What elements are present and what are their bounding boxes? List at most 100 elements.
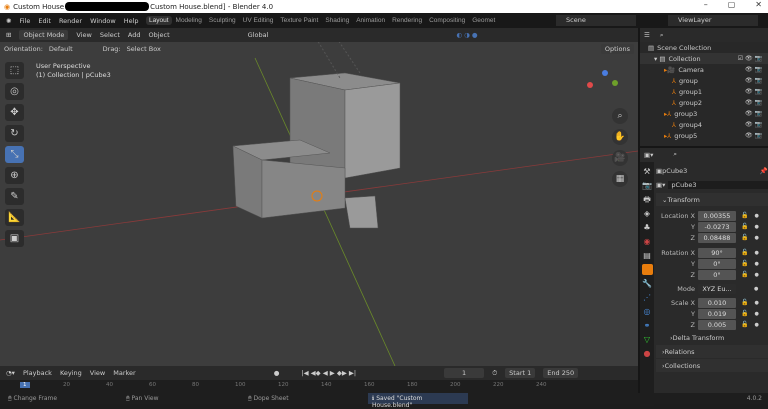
output-tab-icon[interactable]: 🖶 [642, 194, 653, 205]
minimize-button[interactable]: – [704, 0, 708, 9]
lock-icon[interactable]: 🔓 [741, 212, 748, 219]
menu-playback[interactable]: Playback [23, 369, 52, 377]
keyframe-dot[interactable]: ● [754, 272, 758, 278]
blender-menu-icon[interactable]: ✺ [6, 17, 11, 25]
outliner-item-group[interactable]: ⅄ group 👁 📷 [640, 75, 768, 86]
keyframe-dot[interactable]: ● [754, 311, 758, 317]
scene-collection-row[interactable]: ▤ Scene Collection [640, 42, 768, 53]
keyframe-dot[interactable]: ● [754, 322, 758, 328]
object-tab-icon[interactable] [641, 264, 653, 275]
outliner-search-icon[interactable]: ⌕ [660, 31, 664, 40]
camera-view-icon[interactable]: 🎥 [612, 150, 628, 166]
scale-y-field[interactable]: 0.019 [698, 308, 736, 319]
keyframe-dot[interactable]: ● [754, 250, 758, 256]
keyframe-dot[interactable]: ● [754, 261, 758, 267]
menu-help[interactable]: Help [124, 17, 139, 25]
tab-sculpting[interactable]: Sculpting [206, 16, 239, 25]
lock-icon[interactable]: 🔓 [741, 299, 748, 306]
outliner-item-group2[interactable]: ⅄ group2 👁 📷 [640, 97, 768, 108]
lock-icon[interactable]: 🔓 [741, 234, 748, 241]
visibility-icons[interactable]: 👁 📷 [745, 121, 762, 128]
outliner-item-group4[interactable]: ⅄ group4 👁 📷 [640, 119, 768, 130]
annotate-tool-icon[interactable]: ✎ [5, 188, 24, 205]
menu-window[interactable]: Window [90, 17, 116, 25]
visibility-icons[interactable]: 👁 📷 [745, 77, 762, 84]
keyframe-dot[interactable]: ● [754, 224, 758, 230]
tab-animation[interactable]: Animation [353, 16, 388, 25]
lock-icon[interactable]: 🔓 [741, 223, 748, 230]
outliner-item-group5[interactable]: ▸⅄ group5 👁 📷 [640, 130, 768, 141]
close-button[interactable]: ✕ [755, 0, 762, 9]
visibility-icons[interactable]: 👁 📷 [745, 66, 762, 73]
perspective-grid-icon[interactable]: ▦ [612, 171, 628, 187]
transform-orientation-dropdown[interactable]: Global [248, 31, 269, 39]
modifier-tab-icon[interactable]: 🔧 [642, 278, 653, 289]
timeline-editor-icon[interactable]: ◔▾ [6, 369, 15, 377]
menu-edit[interactable]: Edit [38, 17, 51, 25]
collection-tab-icon[interactable]: ▤ [642, 250, 653, 261]
rotation-y-field[interactable]: 0° [698, 258, 736, 269]
collections-panel-header[interactable]: › Collections [656, 359, 768, 372]
current-frame-field[interactable]: 1 [444, 368, 485, 378]
measure-tool-icon[interactable]: 📐 [5, 209, 24, 226]
visibility-icons[interactable]: 👁 📷 [745, 110, 762, 117]
properties-search-icon[interactable]: ⌕ [673, 150, 677, 159]
record-button[interactable]: ● [274, 369, 280, 377]
collection-row[interactable]: ▾ ▤ Collection ☑ 👁 📷 [640, 53, 768, 64]
options-button[interactable]: Options [600, 44, 634, 54]
orientation-dropdown[interactable]: Default [49, 45, 73, 53]
delta-transform-header[interactable]: › Delta Transform [656, 331, 768, 344]
pin-icon[interactable]: 📌 [760, 167, 768, 175]
shading-mode-icons[interactable]: ◐ ◑ ● [456, 31, 477, 39]
location-z-field[interactable]: 0.08488 [698, 232, 736, 243]
outliner-item-camera[interactable]: ▸🎥 Camera 👁 📷 [640, 64, 768, 75]
material-tab-icon[interactable]: ● [642, 348, 653, 359]
menu-render[interactable]: Render [59, 17, 82, 25]
menu-object[interactable]: Object [149, 31, 170, 39]
outliner-item-group3[interactable]: ▸⅄ group3 👁 📷 [640, 108, 768, 119]
physics-tab-icon[interactable]: ◎ [642, 306, 653, 317]
timeline-ruler[interactable]: 1 20 40 60 80 100 120 140 160 180 200 220 240 [0, 380, 638, 393]
end-frame-field[interactable]: End 250 [543, 368, 579, 378]
lock-icon[interactable]: 🔓 [741, 321, 748, 328]
add-cube-tool-icon[interactable]: ▣ [5, 230, 24, 247]
move-tool-icon[interactable]: ✥ [5, 104, 24, 121]
location-x-field[interactable]: 0.00355 [698, 210, 736, 221]
lock-icon[interactable]: 🔓 [741, 310, 748, 317]
visibility-icons[interactable]: 👁 📷 [745, 132, 762, 139]
pan-hand-icon[interactable]: ✋ [612, 129, 628, 145]
menu-view[interactable]: View [76, 31, 91, 39]
cursor-tool-icon[interactable]: ◎ [5, 83, 24, 100]
menu-select[interactable]: Select [100, 31, 120, 39]
view-layer-selector[interactable]: ViewLayer [668, 15, 758, 26]
stopwatch-icon[interactable]: ⏱ [492, 369, 497, 378]
tab-layout[interactable]: Layout [146, 16, 172, 25]
editor-type-icon[interactable]: ⊞ [6, 31, 11, 39]
object-name-field[interactable]: pCube3 [668, 181, 768, 189]
constraints-tab-icon[interactable]: ⚭ [642, 320, 653, 331]
rotation-mode-dropdown[interactable]: XYZ Eu... [698, 283, 736, 294]
outliner-item-group1[interactable]: ⅄ group1 👁 📷 [640, 86, 768, 97]
menu-add[interactable]: Add [128, 31, 141, 39]
menu-file[interactable]: File [19, 17, 30, 25]
tool-tab-icon[interactable]: ⚒ [642, 166, 653, 177]
scale-tool-icon[interactable]: ⤡ [5, 146, 24, 163]
scale-z-field[interactable]: 0.005 [698, 319, 736, 330]
outliner-display-icon[interactable]: ☰ [644, 31, 650, 39]
zoom-icon[interactable]: ⌕ [612, 108, 628, 124]
maximize-button[interactable]: ▢ [728, 0, 736, 9]
menu-keying[interactable]: Keying [60, 369, 82, 377]
drag-dropdown[interactable]: Select Box [127, 45, 161, 53]
relations-panel-header[interactable]: › Relations [656, 345, 768, 358]
playback-controls[interactable]: |◀ ◀◆ ◀ ▶ ◆▶ ▶| [301, 369, 356, 377]
lock-icon[interactable]: 🔓 [741, 249, 748, 256]
tab-modeling[interactable]: Modeling [173, 16, 205, 25]
keyframe-dot[interactable]: ● [754, 300, 758, 306]
data-tab-icon[interactable]: ▽ [642, 334, 653, 345]
keyframe-dot[interactable]: ● [754, 213, 758, 219]
view-layer-tab-icon[interactable]: ◈ [642, 208, 653, 219]
rotation-x-field[interactable]: 90° [698, 247, 736, 258]
lock-icon[interactable]: 🔓 [741, 271, 748, 278]
select-box-tool-icon[interactable]: ⬚ [5, 62, 24, 79]
tab-uv-editing[interactable]: UV Editing [240, 16, 277, 25]
